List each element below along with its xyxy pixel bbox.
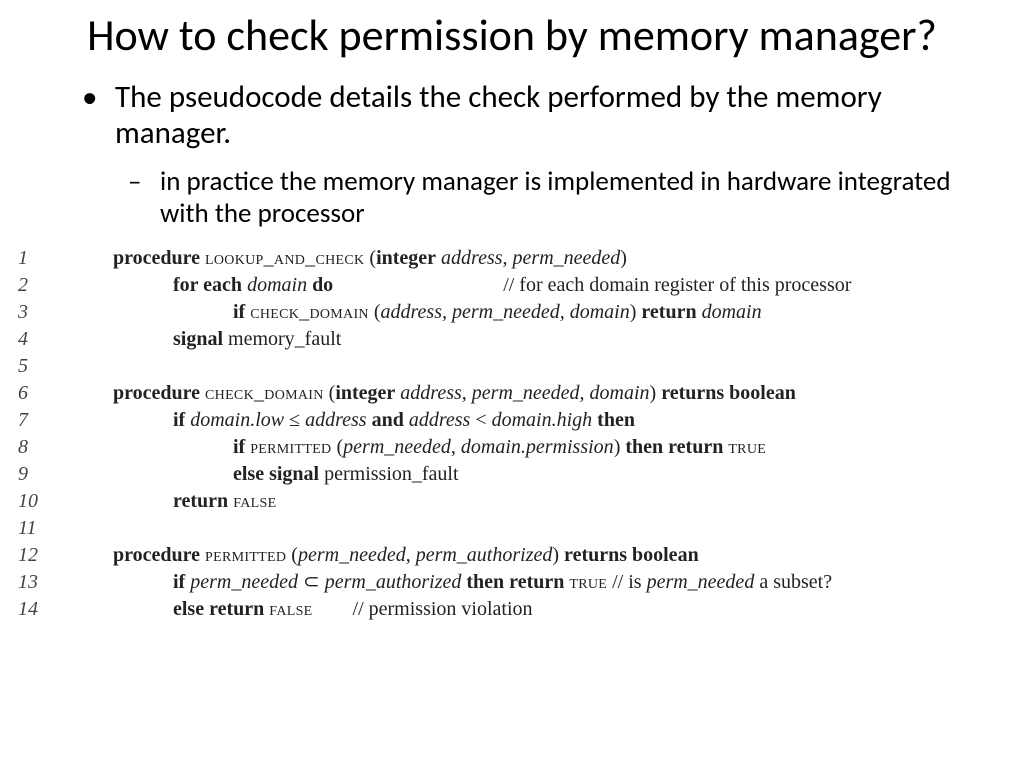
bullet-main: The pseudocode details the check perform…	[0, 61, 1024, 152]
slide: How to check permission by memory manage…	[0, 0, 1024, 768]
code-line-10: 10 return false	[18, 488, 994, 515]
line-number: 4	[18, 326, 48, 353]
line-number: 8	[18, 434, 48, 461]
code-line-1: 1 procedure lookup_and_check (integer ad…	[18, 245, 994, 272]
code-line-5: 5	[18, 353, 994, 380]
line-number: 14	[18, 596, 48, 623]
line-number: 6	[18, 380, 48, 407]
line-number: 12	[18, 542, 48, 569]
code-line-13: 13 if perm_needed ⊂ perm_authorized then…	[18, 569, 994, 596]
line-number: 2	[18, 272, 48, 299]
line-number: 13	[18, 569, 48, 596]
line-number: 7	[18, 407, 48, 434]
bullet-sub: in practice the memory manager is implem…	[0, 152, 1024, 231]
code-line-4: 4 signal memory_fault	[18, 326, 994, 353]
line-number: 10	[18, 488, 48, 515]
pseudocode-block: 1 procedure lookup_and_check (integer ad…	[0, 231, 1024, 623]
code-line-11: 11	[18, 515, 994, 542]
line-number: 1	[18, 245, 48, 272]
code-line-3: 3 if check_domain (address, perm_needed,…	[18, 299, 994, 326]
line-number: 9	[18, 461, 48, 488]
code-line-12: 12 procedure permitted (perm_needed, per…	[18, 542, 994, 569]
slide-title: How to check permission by memory manage…	[0, 0, 1024, 61]
code-line-6: 6 procedure check_domain (integer addres…	[18, 380, 994, 407]
code-line-8: 8 if permitted (perm_needed, domain.perm…	[18, 434, 994, 461]
code-line-14: 14 else return false // permission viola…	[18, 596, 994, 623]
code-line-2: 2 for each domain do // for each domain …	[18, 272, 994, 299]
line-number: 5	[18, 353, 48, 380]
code-line-9: 9 else signal permission_fault	[18, 461, 994, 488]
code-line-7: 7 if domain.low ≤ address and address < …	[18, 407, 994, 434]
line-number: 3	[18, 299, 48, 326]
line-number: 11	[18, 515, 48, 542]
